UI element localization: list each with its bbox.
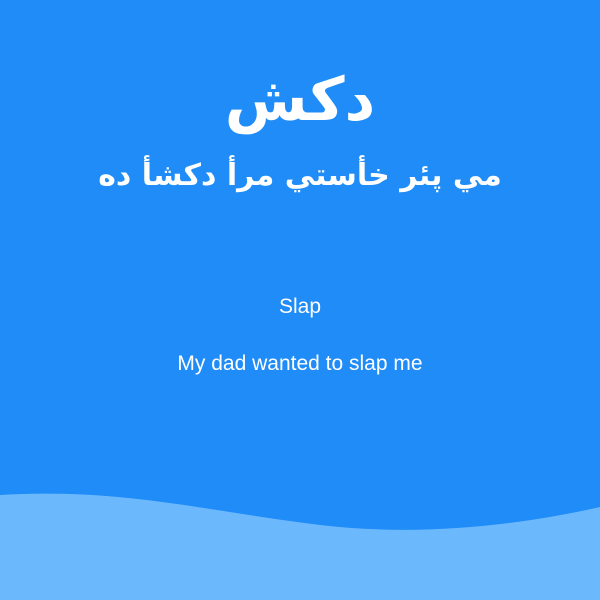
wave-shape <box>0 493 600 600</box>
sentence-translation: My dad wanted to slap me <box>177 352 423 375</box>
term-translation: Slap <box>278 295 322 318</box>
decorative-wave <box>0 493 600 600</box>
example-sentence: مي پئر خأستي مرأ دكشأ ده <box>98 158 502 193</box>
term-word: دكش <box>224 65 376 135</box>
flashcard: دكش مي پئر خأستي مرأ دكشأ ده Slap My dad… <box>0 0 600 600</box>
